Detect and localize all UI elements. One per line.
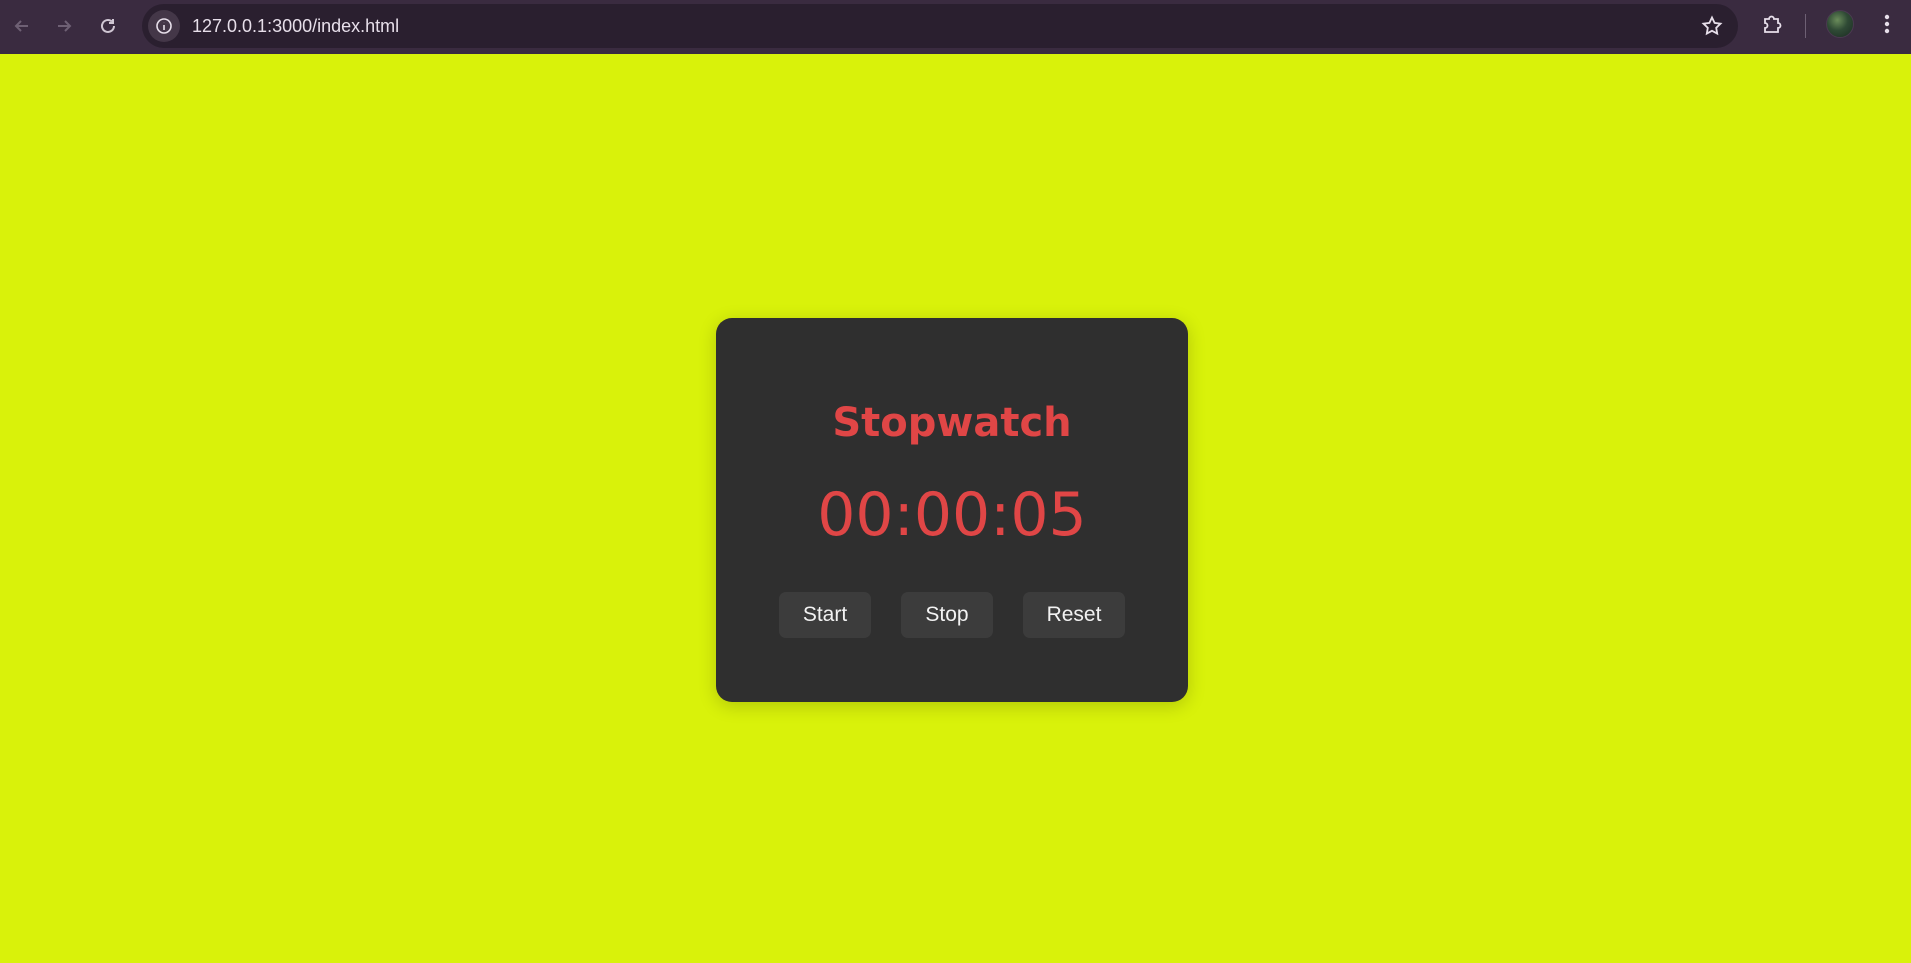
star-icon[interactable] (1700, 14, 1724, 38)
address-bar[interactable]: 127.0.0.1:3000/index.html (142, 4, 1738, 48)
time-display: 00:00:05 (817, 480, 1087, 550)
stop-button[interactable]: Stop (901, 592, 993, 638)
site-info-button[interactable] (148, 10, 180, 42)
arrow-left-icon (14, 20, 28, 32)
forward-button[interactable] (42, 4, 86, 48)
url-text[interactable]: 127.0.0.1:3000/index.html (192, 16, 399, 37)
toolbar-divider (1805, 14, 1806, 38)
stopwatch-title: Stopwatch (832, 400, 1072, 446)
start-button[interactable]: Start (779, 592, 871, 638)
arrow-right-icon (58, 20, 72, 32)
kebab-menu-icon[interactable] (1874, 10, 1900, 38)
back-button[interactable] (0, 4, 44, 48)
puzzle-icon[interactable] (1760, 10, 1786, 36)
reload-icon (101, 18, 115, 33)
reload-button[interactable] (86, 4, 130, 48)
stopwatch-card: Stopwatch 00:00:05 Start Stop Reset (716, 318, 1188, 702)
browser-toolbar: 127.0.0.1:3000/index.html (0, 0, 1911, 54)
reset-button[interactable]: Reset (1023, 592, 1125, 638)
avatar[interactable] (1826, 10, 1854, 38)
info-icon (156, 18, 172, 34)
